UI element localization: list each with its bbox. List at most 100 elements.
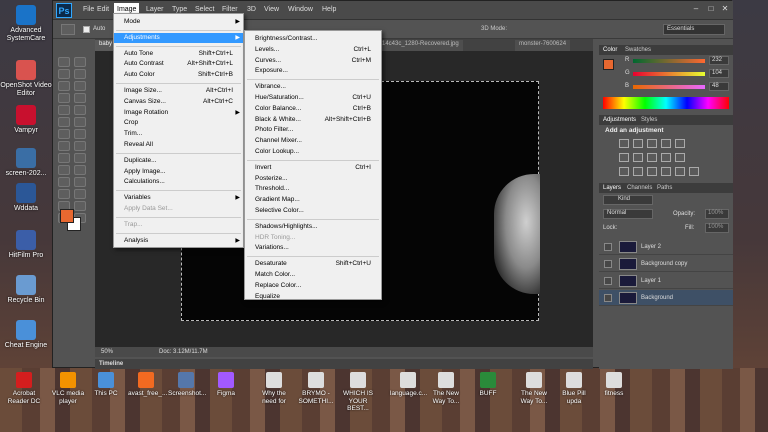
desktop-icon-screenshot[interactable]: Screenshot... xyxy=(168,372,206,398)
tool-5-icon[interactable] xyxy=(74,81,86,91)
image-menu-item-adjustments[interactable]: Adjustments ▶ xyxy=(114,32,243,43)
adj-menu-item-gradient-map[interactable]: Gradient Map... xyxy=(245,195,381,205)
adj-menu-item-desaturate[interactable]: Desaturate Shift+Ctrl+U xyxy=(245,259,381,269)
layer-kind-filter[interactable]: Kind xyxy=(603,195,653,205)
tool-20-icon[interactable] xyxy=(58,177,70,187)
image-menu-item-image-rotation[interactable]: Image Rotation ▶ xyxy=(114,108,243,118)
desktop-icon-vampyr[interactable]: Vampyr xyxy=(0,105,52,135)
adj-menu-item-levels[interactable]: Levels... Ctrl+L xyxy=(245,45,381,55)
tool-19-icon[interactable] xyxy=(74,165,86,175)
adj-menu-item-color-balance[interactable]: Color Balance... Ctrl+B xyxy=(245,104,381,114)
tool-6-icon[interactable] xyxy=(58,93,70,103)
adj-menu-item-selective-color[interactable]: Selective Color... xyxy=(245,206,381,216)
blend-mode-select[interactable]: Normal xyxy=(603,209,653,219)
adj-menu-item-photo-filter[interactable]: Photo Filter... xyxy=(245,125,381,135)
image-menu-item-auto-color[interactable]: Auto Color Shift+Ctrl+B xyxy=(114,70,243,80)
image-menu-item-crop[interactable]: Crop xyxy=(114,118,243,128)
adjustment-7-icon[interactable] xyxy=(633,153,643,162)
adjustment-17-icon[interactable] xyxy=(689,167,699,176)
desktop-icon-the-new-way-to[interactable]: The New Way To... xyxy=(516,372,552,405)
desktop-icon-buff[interactable]: BUFF xyxy=(470,372,506,398)
tool-14-icon[interactable] xyxy=(58,141,70,151)
tab-paths[interactable]: Paths xyxy=(657,185,672,191)
desktop-icon-language-c[interactable]: language.c... xyxy=(390,372,427,398)
adjustment-0-icon[interactable] xyxy=(619,139,629,148)
tool-13-icon[interactable] xyxy=(74,129,86,139)
menu-window[interactable]: Window xyxy=(288,6,313,13)
desktop-icon-vlc-media-player[interactable]: VLC media player xyxy=(50,372,86,405)
tab-channels[interactable]: Channels xyxy=(627,185,652,191)
tool-21-icon[interactable] xyxy=(74,177,86,187)
tool-1-icon[interactable] xyxy=(74,57,86,67)
tool-4-icon[interactable] xyxy=(58,81,70,91)
adj-menu-item-channel-mixer[interactable]: Channel Mixer... xyxy=(245,136,381,146)
image-menu-item-image-size[interactable]: Image Size... Alt+Ctrl+I xyxy=(114,86,243,96)
tool-7-icon[interactable] xyxy=(74,93,86,103)
adjustment-10-icon[interactable] xyxy=(675,153,685,162)
adj-menu-item-threshold[interactable]: Threshold... xyxy=(245,184,381,194)
tab-adjustments[interactable]: Adjustments xyxy=(603,117,636,123)
image-menu-item-duplicate[interactable]: Duplicate... xyxy=(114,156,243,166)
opacity-value[interactable]: 100% xyxy=(705,209,729,219)
desktop-icon-wddata[interactable]: Wddata xyxy=(0,183,52,213)
move-tool-icon[interactable] xyxy=(61,24,75,35)
desktop-icon-the-new-way-to[interactable]: The New Way To... xyxy=(428,372,464,405)
tab-layers[interactable]: Layers xyxy=(603,185,621,191)
tool-0-icon[interactable] xyxy=(58,57,70,67)
menu-file[interactable]: File xyxy=(83,6,94,13)
adjustment-12-icon[interactable] xyxy=(619,167,629,176)
menu-view[interactable]: View xyxy=(264,6,279,13)
desktop-icon-recycle-bin[interactable]: Recycle Bin xyxy=(0,275,52,305)
desktop-icon-hitfilm-pro[interactable]: HitFilm Pro xyxy=(0,230,52,260)
image-menu-item-variables[interactable]: Variables ▶ xyxy=(114,193,243,203)
desktop-icon-figma[interactable]: Figma xyxy=(208,372,244,398)
timeline-label[interactable]: Timeline xyxy=(99,361,123,367)
foreground-color-swatch[interactable] xyxy=(603,59,614,70)
adj-menu-item-equalize[interactable]: Equalize xyxy=(245,292,381,302)
adjustment-1-icon[interactable] xyxy=(633,139,643,148)
desktop-icon-screen-202[interactable]: screen-202... xyxy=(0,148,52,178)
layer-row[interactable]: Layer 1 xyxy=(599,273,733,289)
tool-10-icon[interactable] xyxy=(58,117,70,127)
layer-row[interactable]: Background copy xyxy=(599,256,733,272)
close-button[interactable]: ✕ xyxy=(718,3,732,15)
tool-11-icon[interactable] xyxy=(74,117,86,127)
image-menu-item-auto-contrast[interactable]: Auto Contrast Alt+Shift+Ctrl+L xyxy=(114,59,243,69)
menu-layer[interactable]: Layer xyxy=(146,6,164,13)
adjustment-4-icon[interactable] xyxy=(675,139,685,148)
image-menu-item-apply-image[interactable]: Apply Image... xyxy=(114,167,243,177)
maximize-button[interactable]: □ xyxy=(704,3,718,15)
image-menu-item-canvas-size[interactable]: Canvas Size... Alt+Ctrl+C xyxy=(114,97,243,107)
adjustment-14-icon[interactable] xyxy=(647,167,657,176)
adj-menu-item-brightness-contrast[interactable]: Brightness/Contrast... xyxy=(245,34,381,44)
tool-25-icon[interactable] xyxy=(74,201,86,211)
visibility-eye-icon[interactable] xyxy=(604,260,612,268)
menu-help[interactable]: Help xyxy=(322,6,336,13)
adj-menu-item-invert[interactable]: Invert Ctrl+I xyxy=(245,163,381,173)
tool-23-icon[interactable] xyxy=(74,189,86,199)
desktop-icon-blue-pill-upda[interactable]: Blue Pill upda xyxy=(556,372,592,405)
b-slider[interactable] xyxy=(633,85,705,89)
desktop-icon-advanced-systemcare[interactable]: Advanced SystemCare xyxy=(0,5,52,43)
adj-menu-item-curves[interactable]: Curves... Ctrl+M xyxy=(245,56,381,66)
adj-menu-item-exposure[interactable]: Exposure... xyxy=(245,66,381,76)
tool-22-icon[interactable] xyxy=(58,189,70,199)
auto-select-checkbox[interactable] xyxy=(83,26,90,33)
desktop-icon-cheat-engine[interactable]: Cheat Engine xyxy=(0,320,52,350)
tool-9-icon[interactable] xyxy=(74,105,86,115)
adj-menu-item-match-color[interactable]: Match Color... xyxy=(245,270,381,280)
layer-row[interactable]: Background xyxy=(599,290,733,306)
r-value[interactable]: 232 xyxy=(709,56,729,65)
adjustment-6-icon[interactable] xyxy=(619,153,629,162)
workspace-select[interactable]: Essentials xyxy=(663,24,725,35)
zoom-level[interactable]: 50% xyxy=(101,349,113,355)
desktop-icon-openshot-video-editor[interactable]: OpenShot Video Editor xyxy=(0,60,52,98)
tab-swatches[interactable]: Swatches xyxy=(625,47,651,53)
layer-row[interactable]: Layer 2 xyxy=(599,239,733,255)
tool-2-icon[interactable] xyxy=(58,69,70,79)
tab-styles[interactable]: Styles xyxy=(641,117,657,123)
doc-tab-monster[interactable]: monster-7600624 xyxy=(515,40,571,51)
doc-tab-recovered[interactable]: ...14c43c_1280-Recovered.jpg xyxy=(373,40,463,51)
visibility-eye-icon[interactable] xyxy=(604,277,612,285)
adjustment-15-icon[interactable] xyxy=(661,167,671,176)
